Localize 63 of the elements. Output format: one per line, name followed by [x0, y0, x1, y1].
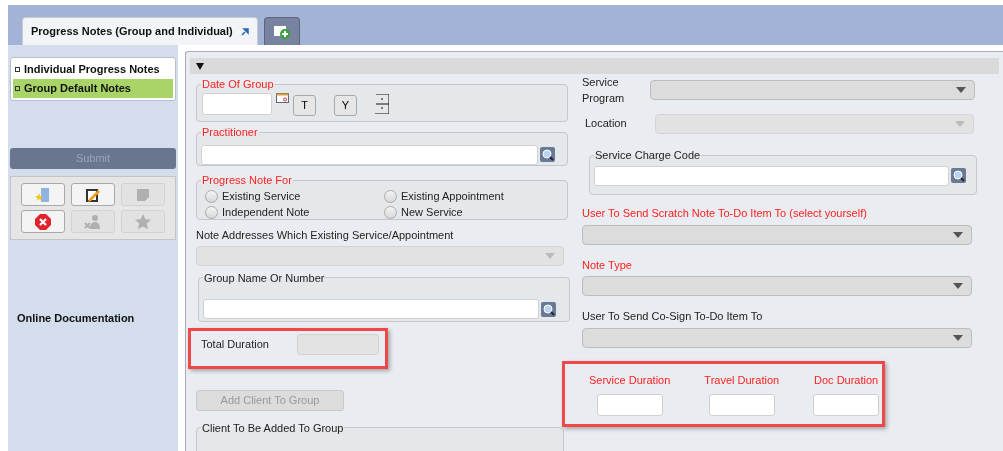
collapse-bar[interactable]: [190, 58, 999, 74]
radio-button[interactable]: [205, 190, 218, 203]
caret-icon: [953, 231, 963, 238]
pencil-icon: [85, 186, 101, 203]
date-shortcut-button[interactable]: T: [293, 94, 316, 116]
date-shortcut-button[interactable]: Y: [334, 94, 357, 116]
field-label: User To Send Scratch Note To-Do Item To (select yourself): [582, 206, 868, 221]
radio-button[interactable]: [384, 190, 397, 203]
radio-label: New Service: [401, 205, 463, 221]
field-label: Note Addresses Which Existing Service/Appointment: [196, 228, 455, 243]
field-label: Service Program: [582, 74, 626, 106]
group-label: Group Name Or Number: [203, 270, 326, 286]
field-label: Location: [585, 116, 628, 132]
dropdown[interactable]: [582, 224, 972, 245]
field-label: Total Duration: [201, 336, 269, 352]
field-label: Note Type: [582, 257, 633, 273]
caret-icon: [953, 334, 963, 341]
input-field[interactable]: [813, 394, 880, 416]
folder-star-icon: [35, 186, 51, 203]
radio-button[interactable]: [384, 206, 397, 219]
dropdown[interactable]: [650, 80, 975, 100]
people-icon: [84, 213, 102, 230]
search-icon[interactable]: [540, 147, 555, 162]
field-label: Doc Duration: [814, 372, 879, 388]
input-field[interactable]: [201, 144, 538, 165]
star-icon: [135, 213, 151, 230]
close-icon: [35, 213, 51, 230]
field-label: Service Duration: [589, 372, 671, 388]
tab[interactable]: Progress Notes (Group and Individual): [22, 17, 258, 45]
group-label: Date Of Group: [201, 77, 275, 92]
caret-icon: [956, 87, 966, 93]
group-label: Practitioner: [201, 125, 259, 140]
radio-label: Independent Note: [222, 205, 310, 221]
spinner-icon[interactable]: [375, 93, 389, 114]
field-label: User To Send Co-Sign To-Do Item To: [582, 309, 764, 324]
radio-label: Existing Appointment: [401, 189, 504, 205]
input-field[interactable]: [596, 394, 663, 416]
input-field[interactable]: [202, 92, 272, 115]
group-label: Client To Be Added To Group: [201, 420, 345, 436]
add-page-icon: [273, 24, 290, 39]
input-field[interactable]: [708, 394, 775, 416]
nav-item[interactable]: Individual Progress Notes: [13, 60, 173, 79]
nav-item[interactable]: Group Default Notes: [13, 79, 173, 98]
group-label: Progress Note For: [201, 173, 293, 188]
dropdown[interactable]: [582, 327, 972, 348]
add-tab-button[interactable]: [263, 17, 300, 45]
online-documentation-label: Online Documentation: [17, 311, 136, 326]
radio-button[interactable]: [205, 206, 218, 219]
search-icon[interactable]: [541, 301, 556, 317]
dropdown[interactable]: [582, 276, 972, 296]
caret-icon: [545, 252, 555, 259]
note-icon: [136, 187, 150, 202]
radio-label: Existing Service: [222, 189, 301, 205]
input-field[interactable]: [594, 165, 949, 186]
caret-icon: [953, 283, 963, 289]
group-label: Service Charge Code: [594, 148, 702, 163]
caret-icon: [955, 120, 965, 127]
calendar-icon[interactable]: [276, 92, 289, 103]
input-field[interactable]: [203, 299, 539, 319]
field-label: Travel Duration: [704, 372, 780, 388]
collapse-icon: [196, 62, 204, 70]
toolbar-button[interactable]: [71, 183, 115, 206]
search-icon[interactable]: [951, 168, 966, 183]
